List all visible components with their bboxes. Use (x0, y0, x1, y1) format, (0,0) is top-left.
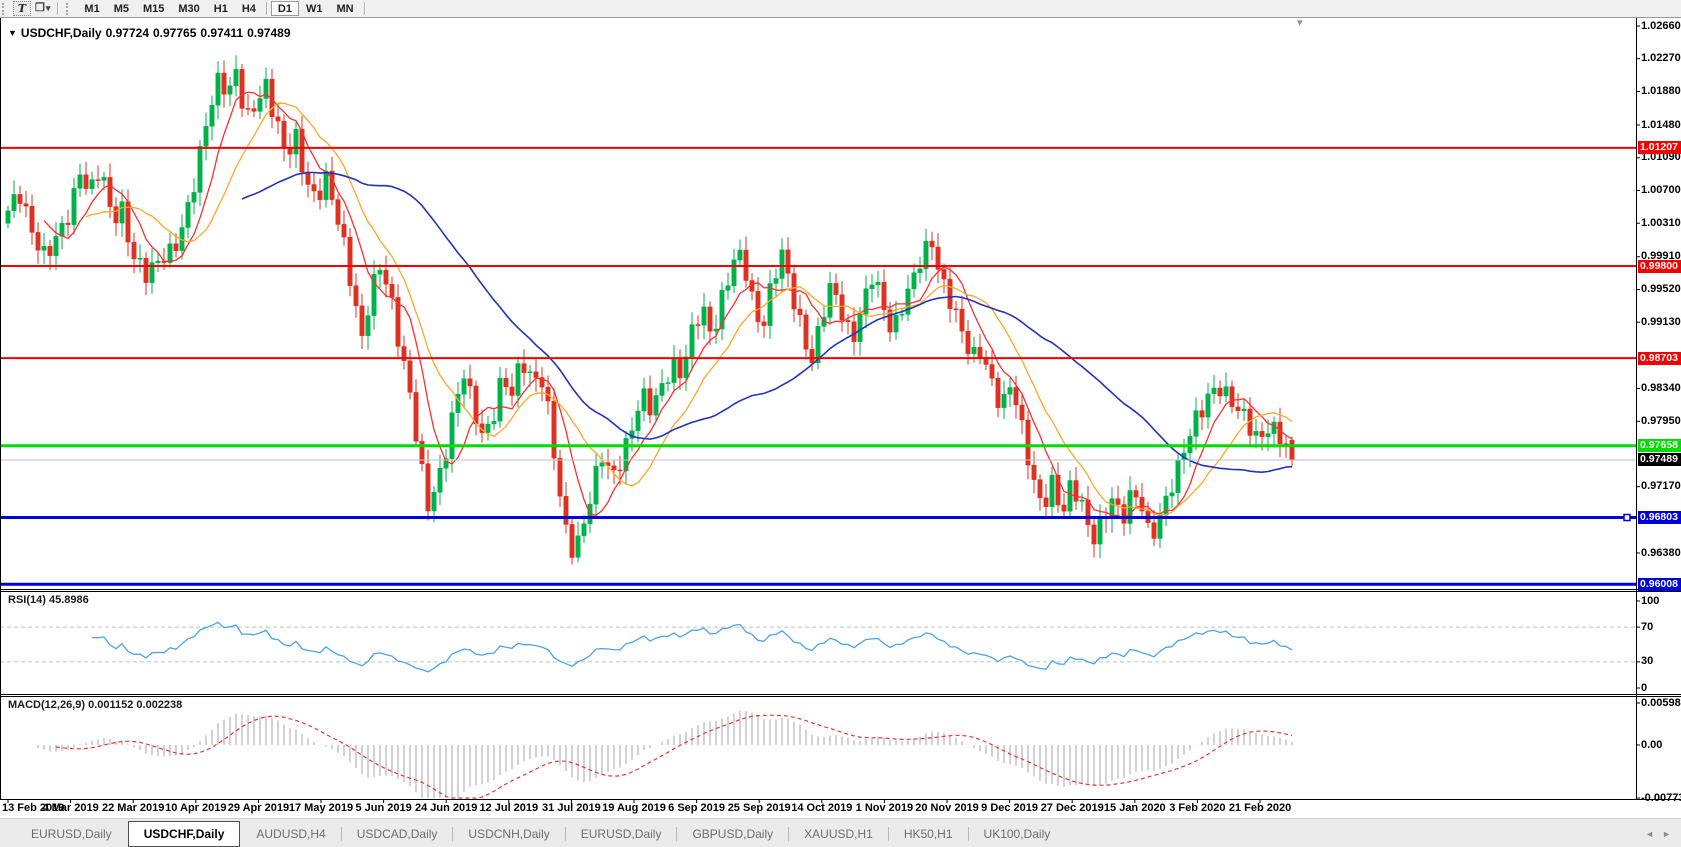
timeframe-button-group: M1M5M15M30H1H4 D1W1MN (77, 1, 368, 16)
ohlc-high: 0.97765 (153, 26, 196, 40)
price-level-badge-0.99800: 0.99800 (1638, 260, 1681, 273)
tab-hk50-h1[interactable]: HK50,H1 (889, 823, 968, 845)
timeframe-button-h1[interactable]: H1 (207, 1, 235, 16)
tab-audusd-h4[interactable]: AUDUSD,H4 (241, 823, 340, 845)
tab-xauusd-h1[interactable]: XAUUSD,H1 (789, 823, 888, 845)
time-axis-label: 1 Nov 2019 (856, 802, 913, 814)
time-axis: 13 Feb 20194 Mar 201922 Mar 201910 Apr 2… (0, 801, 1681, 817)
tab-gbpusd-daily[interactable]: GBPUSD,Daily (677, 823, 788, 845)
chart-tabs: EURUSD,DailyUSDCHF,DailyAUDUSD,H4USDCAD,… (0, 819, 1065, 847)
text-tool-button[interactable]: T (13, 1, 31, 16)
dropdown-caret-icon: ▾ (46, 3, 51, 14)
toolbar-grip[interactable] (2, 3, 8, 15)
timeframe-button-m1[interactable]: M1 (77, 1, 106, 16)
toolbar-separator (266, 2, 268, 15)
ohlc-low: 0.97411 (200, 26, 243, 40)
tab-scroll-right-icon[interactable]: ► (1662, 829, 1671, 839)
time-axis-label: 17 May 2019 (289, 802, 353, 814)
price-level-badge-0.96008: 0.96008 (1638, 578, 1681, 591)
time-axis-label: 27 Dec 2019 (1041, 802, 1104, 814)
tab-eurusd-daily[interactable]: EURUSD,Daily (16, 823, 127, 845)
time-axis-label: 6 Sep 2019 (668, 802, 725, 814)
price-level-badge-0.96803: 0.96803 (1638, 511, 1681, 524)
time-axis-label: 25 Sep 2019 (728, 802, 791, 814)
rsi-indicator-label: RSI(14) 45.8986 (8, 594, 89, 606)
timeframe-button-d1[interactable]: D1 (271, 1, 299, 16)
time-axis-label: 14 Oct 2019 (791, 802, 852, 814)
macd-indicator-label: MACD(12,26,9) 0.001152 0.002238 (8, 699, 182, 711)
toolbar-grip[interactable] (66, 3, 72, 15)
timeframe-button-m5[interactable]: M5 (107, 1, 136, 16)
ohlc-close: 0.97489 (247, 26, 290, 40)
collapse-indicator-icon[interactable]: ▼ (8, 28, 17, 38)
tab-scroll-left-icon[interactable]: ◄ (1645, 829, 1654, 839)
time-axis-label: 15 Jan 2020 (1104, 802, 1166, 814)
tab-navigation: ◄ ► (1645, 829, 1671, 839)
chart-tab-bar: EURUSD,DailyUSDCHF,DailyAUDUSD,H4USDCAD,… (0, 818, 1681, 847)
tab-eurusd-daily[interactable]: EURUSD,Daily (566, 823, 677, 845)
time-axis-label: 10 Apr 2019 (165, 802, 226, 814)
top-toolbar: T ❐ ▾ M1M5M15M30H1H4 D1W1MN (0, 0, 1681, 18)
trading-terminal-window: T ❐ ▾ M1M5M15M30H1H4 D1W1MN ▼ USDCHF,Daily… (0, 0, 1681, 847)
tab-uk100-daily[interactable]: UK100,Daily (969, 823, 1066, 845)
arrange-windows-button[interactable]: ❐ ▾ (33, 1, 52, 16)
time-axis-label: 12 Jul 2019 (479, 802, 538, 814)
timeframe-button-m15[interactable]: M15 (136, 1, 171, 16)
time-axis-label: 31 Jul 2019 (542, 802, 601, 814)
time-axis-label: 24 Jun 2019 (415, 802, 477, 814)
tab-usdchf-daily[interactable]: USDCHF,Daily (128, 821, 241, 847)
chart-symbol-title[interactable]: ▼ USDCHF,Daily 0.97724 0.97765 0.97411 0.9748… (8, 26, 295, 40)
price-level-badge-1.01207: 1.01207 (1638, 141, 1681, 154)
timeframe-button-w1[interactable]: W1 (299, 1, 330, 16)
ohlc-open: 0.97724 (106, 26, 149, 40)
arrange-windows-icon: ❐ (35, 3, 45, 14)
price-level-badge-0.98703: 0.98703 (1638, 352, 1681, 365)
timeframe-button-h4[interactable]: H4 (235, 1, 263, 16)
time-axis-label: 19 Aug 2019 (602, 802, 666, 814)
time-axis-label: 20 Nov 2019 (915, 802, 979, 814)
chart-canvas[interactable] (0, 0, 1681, 847)
time-axis-label: 5 Jun 2019 (355, 802, 411, 814)
time-axis-label: 9 Dec 2019 (981, 802, 1038, 814)
price-level-badge-0.97489: 0.97489 (1638, 453, 1681, 466)
time-axis-label: 22 Mar 2019 (102, 802, 164, 814)
time-axis-label: 3 Feb 2020 (1169, 802, 1225, 814)
time-axis-label: 21 Feb 2020 (1229, 802, 1291, 814)
toolbar-separator (57, 2, 59, 15)
tab-usdcad-daily[interactable]: USDCAD,Daily (342, 823, 453, 845)
timeframe-button-mn[interactable]: MN (329, 1, 360, 16)
timeframe-button-m30[interactable]: M30 (171, 1, 206, 16)
time-axis-label: 4 Mar 2019 (42, 802, 98, 814)
time-axis-label: 29 Apr 2019 (228, 802, 289, 814)
tab-usdcnh-daily[interactable]: USDCNH,Daily (453, 823, 564, 845)
price-level-badge-0.97658: 0.97658 (1638, 439, 1681, 452)
toolbar-separator (364, 2, 366, 15)
symbol-label: USDCHF,Daily (21, 26, 102, 40)
